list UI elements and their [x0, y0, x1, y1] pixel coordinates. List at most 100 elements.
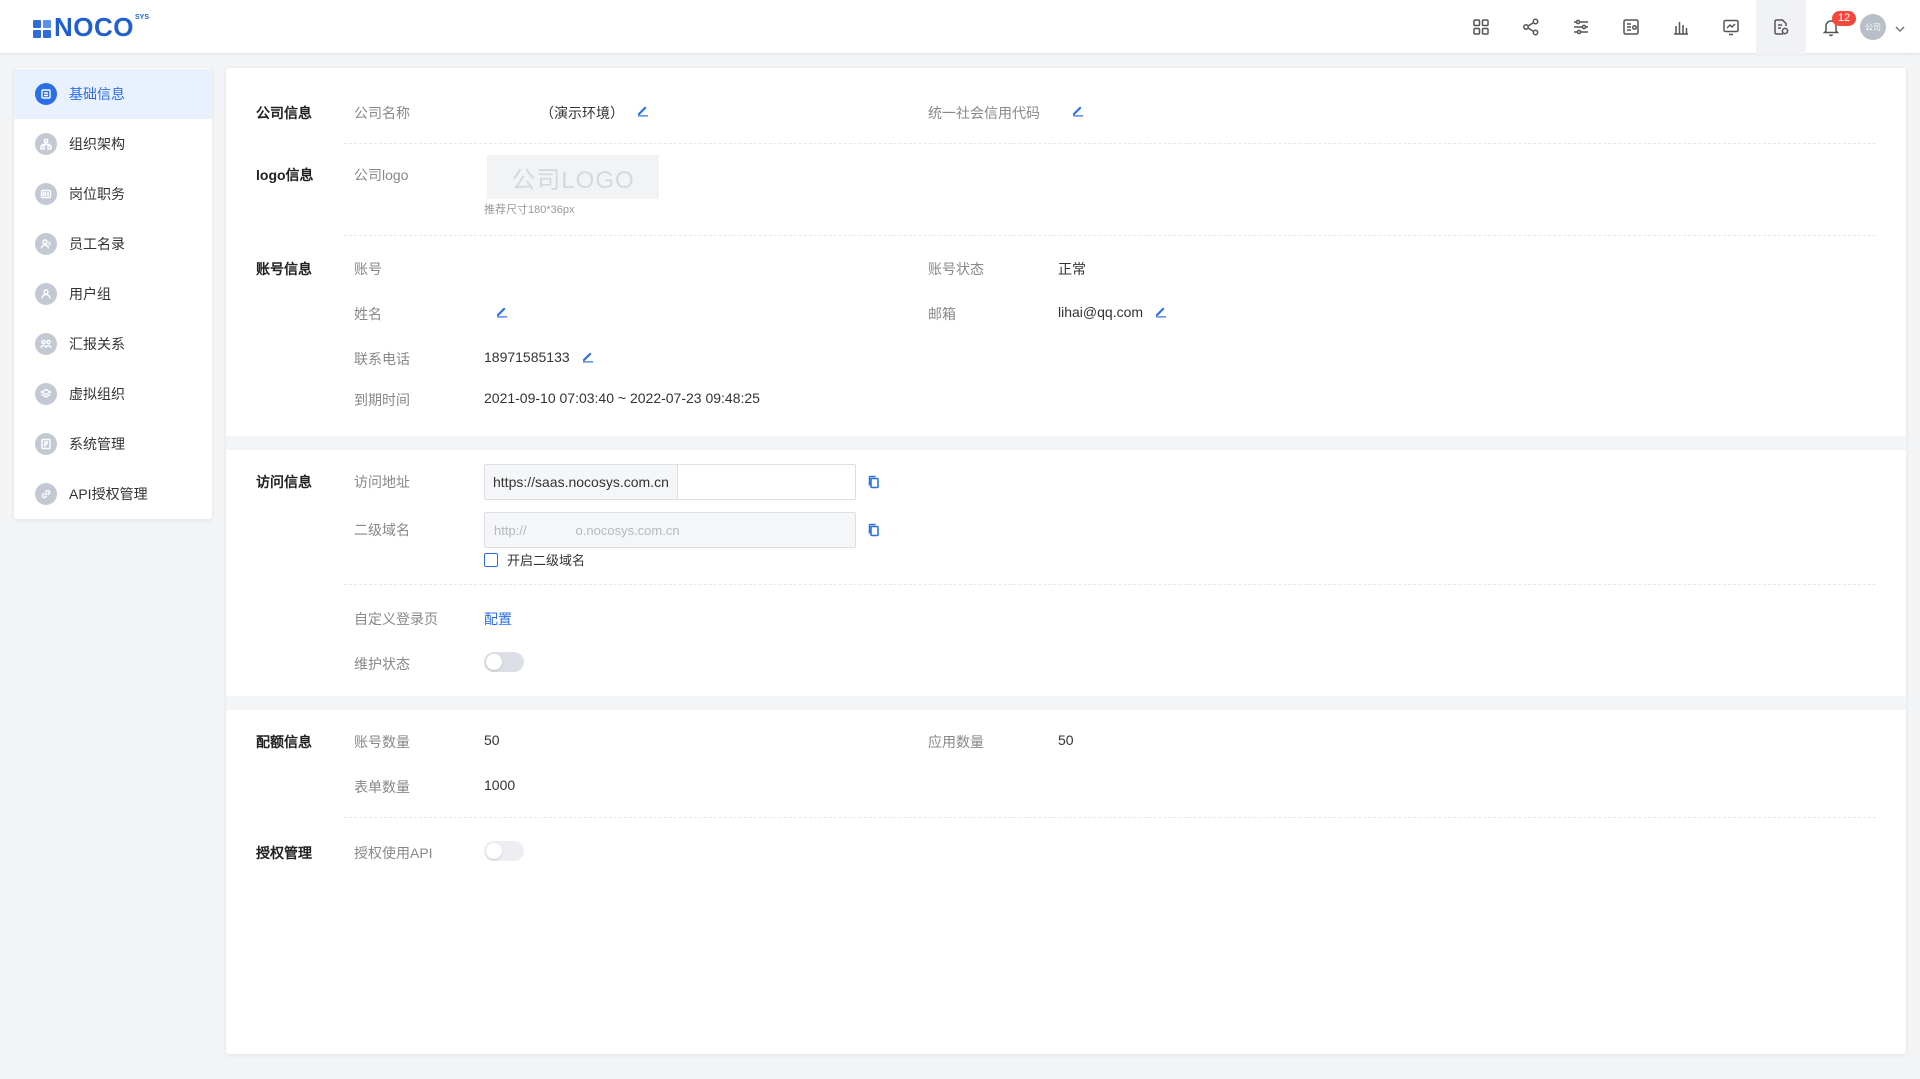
access-info-title: 访问信息 [256, 474, 312, 490]
logo-superscript: SYS [135, 14, 150, 21]
company-info-title: 公司信息 [256, 105, 312, 121]
sidebar-item-label: 汇报关系 [69, 336, 125, 352]
api-auth-label: 授权使用API [354, 845, 433, 861]
sidebar-item-label: 用户组 [69, 286, 111, 302]
monitor-chart-icon[interactable] [1706, 0, 1756, 54]
subdomain-label: 二级域名 [354, 522, 410, 538]
sidebar-item-label: API授权管理 [69, 486, 148, 502]
top-toolbar: 12 公司 [1456, 0, 1920, 54]
account-info-title: 账号信息 [256, 261, 312, 277]
access-url-label: 访问地址 [354, 474, 410, 490]
sidebar-item-label: 基础信息 [69, 86, 125, 102]
sidebar-item-label: 岗位职务 [69, 186, 125, 202]
accounts-quota-label: 账号数量 [354, 734, 410, 750]
report-relation-icon [35, 333, 57, 355]
account-status-value: 正常 [1058, 261, 1086, 277]
company-logo-label: 公司logo [354, 167, 409, 183]
logo-mark-icon [33, 20, 51, 38]
sidebar-item-label: 虚拟组织 [69, 386, 125, 402]
sidebar-item-report-relations[interactable]: 汇报关系 [14, 319, 212, 369]
sidebar-item-label: 员工名录 [69, 236, 125, 252]
divider [344, 584, 1876, 585]
logo-placeholder-text: 公司LOGO [511, 166, 635, 194]
forms-quota-value: 1000 [484, 777, 516, 793]
subdomain-prefix: http:// [494, 522, 527, 538]
custom-login-configure-link[interactable]: 配置 [484, 609, 512, 629]
position-icon [35, 183, 57, 205]
main-panel: 公司信息 公司名称 （演示环境） 统一社会信用代码 logo信息 公司logo … [226, 68, 1906, 1054]
logo-text: NOCO [54, 12, 134, 42]
user-menu[interactable]: 公司 [1856, 0, 1920, 54]
user-group-icon [35, 283, 57, 305]
divider [344, 817, 1876, 818]
sidebar-item-label: 系统管理 [69, 436, 125, 452]
copy-subdomain-icon[interactable] [867, 523, 881, 537]
apps-quota-value: 50 [1058, 732, 1074, 748]
sidebar-item-system-management[interactable]: 系统管理 [14, 419, 212, 469]
checkbox-box [484, 552, 498, 567]
sidebar-item-positions[interactable]: 岗位职务 [14, 169, 212, 219]
sliders-icon[interactable] [1556, 0, 1606, 54]
divider [344, 235, 1876, 236]
maintenance-label: 维护状态 [354, 656, 410, 672]
sidebar-item-virtual-org[interactable]: 虚拟组织 [14, 369, 212, 419]
link-icon [35, 483, 57, 505]
notification-badge: 12 [1832, 11, 1856, 26]
custom-login-label: 自定义登录页 [354, 611, 438, 627]
expire-label: 到期时间 [354, 392, 410, 408]
accounts-quota-value: 50 [484, 732, 500, 748]
chart-icon[interactable] [1656, 0, 1706, 54]
credit-code-label: 统一社会信用代码 [928, 105, 1040, 121]
employee-icon [35, 233, 57, 255]
sidebar-item-user-groups[interactable]: 用户组 [14, 269, 212, 319]
edit-email-icon[interactable] [1154, 304, 1168, 318]
user-name-label: 姓名 [354, 306, 382, 322]
layers-icon [35, 383, 57, 405]
edit-phone-icon[interactable] [581, 349, 595, 363]
expire-value: 2021-09-10 07:03:40 ~ 2022-07-23 09:48:2… [484, 390, 760, 406]
sidebar-item-label: 组织架构 [69, 136, 125, 152]
quota-info-title: 配额信息 [256, 734, 312, 750]
document-settings-icon[interactable] [1756, 0, 1806, 54]
phone-value: 18971585133 [484, 349, 570, 365]
org-icon [35, 133, 57, 155]
logo-size-hint: 推荐尺寸180*36px [484, 204, 575, 216]
auth-management-title: 授权管理 [256, 845, 312, 861]
access-url-input[interactable]: https://saas.nocosys.com.cn [484, 464, 856, 500]
logo-info-title: logo信息 [256, 167, 314, 183]
divider [344, 143, 1876, 144]
section-separator [226, 436, 1906, 450]
apps-quota-label: 应用数量 [928, 734, 984, 750]
enable-subdomain-label: 开启二级域名 [507, 553, 586, 568]
brand-logo[interactable]: NOCO SYS [33, 12, 149, 42]
share-icon[interactable] [1506, 0, 1556, 54]
sidebar-item-employees[interactable]: 员工名录 [14, 219, 212, 269]
edit-company-name-icon[interactable] [636, 103, 650, 117]
edit-user-name-icon[interactable] [495, 304, 509, 318]
phone-label: 联系电话 [354, 351, 410, 367]
forms-quota-label: 表单数量 [354, 779, 410, 795]
report-icon[interactable] [1606, 0, 1656, 54]
edit-credit-code-icon[interactable] [1071, 103, 1085, 117]
chevron-down-icon [1894, 22, 1905, 33]
sidebar-item-org-structure[interactable]: 组织架构 [14, 119, 212, 169]
copy-url-icon[interactable] [867, 475, 881, 489]
account-label: 账号 [354, 261, 382, 277]
access-url-prefix: https://saas.nocosys.com.cn [485, 465, 678, 499]
sidebar-item-basic-info[interactable]: 基础信息 [14, 69, 212, 119]
apps-icon[interactable] [1456, 0, 1506, 54]
email-label: 邮箱 [928, 306, 956, 322]
enable-subdomain-checkbox[interactable]: 开启二级域名 [484, 550, 585, 569]
account-status-label: 账号状态 [928, 261, 984, 277]
api-auth-toggle[interactable] [484, 841, 524, 861]
system-icon [35, 433, 57, 455]
maintenance-toggle[interactable] [484, 652, 524, 672]
sidebar-item-api-auth[interactable]: API授权管理 [14, 469, 212, 519]
bell-icon[interactable]: 12 [1806, 0, 1856, 54]
company-name-label: 公司名称 [354, 105, 410, 121]
sidebar: 基础信息 组织架构 岗位职务 员工名录 用户组 汇报关系 虚拟组织 系统管理 A… [14, 68, 212, 519]
section-separator [226, 696, 1906, 710]
subdomain-input[interactable]: http:// o.nocosys.com.cn [484, 512, 856, 548]
company-logo-upload[interactable]: 公司LOGO [487, 155, 659, 199]
subdomain-suffix: o.nocosys.com.cn [575, 522, 680, 538]
